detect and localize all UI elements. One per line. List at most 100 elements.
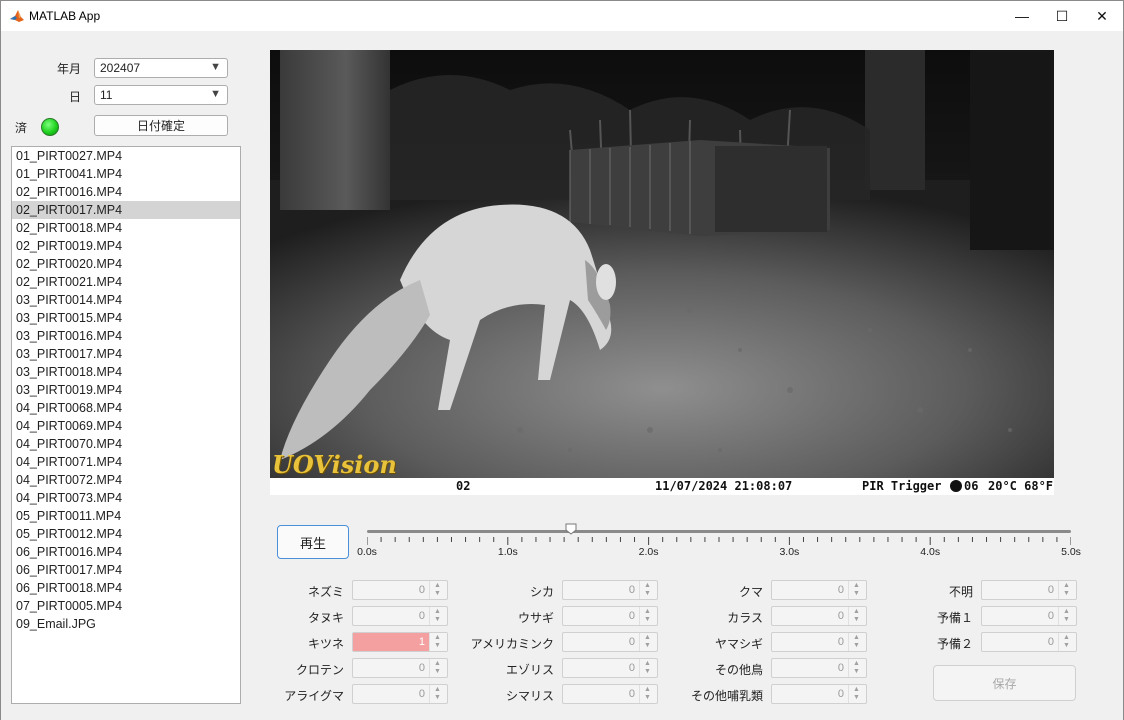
year-month-dropdown[interactable]: 202407 ▼ xyxy=(94,58,228,78)
spinner-down-icon[interactable]: ▼ xyxy=(644,590,651,598)
list-item[interactable]: 05_PIRT0012.MP4 xyxy=(12,525,240,543)
spinner-down-icon[interactable]: ▼ xyxy=(853,694,860,702)
list-item[interactable]: 04_PIRT0070.MP4 xyxy=(12,435,240,453)
spinner-up-icon[interactable]: ▲ xyxy=(853,686,860,694)
spinner-up-icon[interactable]: ▲ xyxy=(434,634,441,642)
spinner-down-icon[interactable]: ▼ xyxy=(853,642,860,650)
counter-spinner[interactable]: 0 ▲ ▼ xyxy=(562,684,658,704)
list-item[interactable]: 06_PIRT0016.MP4 xyxy=(12,543,240,561)
spinner-up-icon[interactable]: ▲ xyxy=(644,582,651,590)
list-item[interactable]: 01_PIRT0041.MP4 xyxy=(12,165,240,183)
spinner-down-icon[interactable]: ▼ xyxy=(853,616,860,624)
spinner-down-icon[interactable]: ▼ xyxy=(853,590,860,598)
counter-spinner[interactable]: 0 ▲ ▼ xyxy=(771,632,867,652)
spinner-down-icon[interactable]: ▼ xyxy=(853,668,860,676)
spinner-up-icon[interactable]: ▲ xyxy=(1063,582,1070,590)
slider-tick-label: 0.0s xyxy=(357,546,377,558)
list-item[interactable]: 03_PIRT0016.MP4 xyxy=(12,327,240,345)
list-item[interactable]: 03_PIRT0014.MP4 xyxy=(12,291,240,309)
spinner-down-icon[interactable]: ▼ xyxy=(1063,590,1070,598)
spinner-down-icon[interactable]: ▼ xyxy=(644,694,651,702)
spinner-down-icon[interactable]: ▼ xyxy=(434,668,441,676)
spinner-arrows[interactable]: ▲ ▼ xyxy=(848,685,866,703)
list-item[interactable]: 04_PIRT0071.MP4 xyxy=(12,453,240,471)
spinner-up-icon[interactable]: ▲ xyxy=(853,608,860,616)
list-item[interactable]: 02_PIRT0021.MP4 xyxy=(12,273,240,291)
spinner-up-icon[interactable]: ▲ xyxy=(434,660,441,668)
spinner-down-icon[interactable]: ▼ xyxy=(434,694,441,702)
spinner-up-icon[interactable]: ▲ xyxy=(644,660,651,668)
counter-spinner[interactable]: 0 ▲ ▼ xyxy=(352,684,448,704)
counter-spinner[interactable]: 0 ▲ ▼ xyxy=(562,658,658,678)
counter-spinner[interactable]: 0 ▲ ▼ xyxy=(562,632,658,652)
file-listbox[interactable]: 01_PIRT0027.MP4 01_PIRT0041.MP4 02_PIRT001… xyxy=(11,146,241,704)
list-item[interactable]: 01_PIRT0027.MP4 xyxy=(12,147,240,165)
counter-spinner[interactable]: 0 ▲ ▼ xyxy=(352,658,448,678)
spinner-up-icon[interactable]: ▲ xyxy=(1063,634,1070,642)
counter-spinner[interactable]: 0 ▲ ▼ xyxy=(352,606,448,626)
counter-spinner[interactable]: 0 ▲ ▼ xyxy=(771,684,867,704)
spinner-up-icon[interactable]: ▲ xyxy=(644,608,651,616)
spinner-arrows[interactable]: ▲ ▼ xyxy=(1058,581,1076,599)
list-item[interactable]: 02_PIRT0018.MP4 xyxy=(12,219,240,237)
spinner-up-icon[interactable]: ▲ xyxy=(1063,608,1070,616)
spinner-arrows[interactable]: ▲ ▼ xyxy=(1058,607,1076,625)
spinner-arrows[interactable]: ▲ ▼ xyxy=(1058,633,1076,651)
spinner-up-icon[interactable]: ▲ xyxy=(434,608,441,616)
spinner-down-icon[interactable]: ▼ xyxy=(434,642,441,650)
spinner-down-icon[interactable]: ▼ xyxy=(434,590,441,598)
spinner-down-icon[interactable]: ▼ xyxy=(644,668,651,676)
list-item[interactable]: 09_Email.JPG xyxy=(12,615,240,633)
day-dropdown[interactable]: 11 ▼ xyxy=(94,85,228,105)
list-item[interactable]: 04_PIRT0073.MP4 xyxy=(12,489,240,507)
time-slider-track[interactable] xyxy=(367,530,1071,533)
time-slider-thumb[interactable] xyxy=(565,523,577,535)
counter-value: 0 xyxy=(418,688,425,700)
list-item[interactable]: 03_PIRT0018.MP4 xyxy=(12,363,240,381)
spinner-up-icon[interactable]: ▲ xyxy=(853,634,860,642)
counter-spinner[interactable]: 0 ▲ ▼ xyxy=(771,606,867,626)
list-item[interactable]: 04_PIRT0069.MP4 xyxy=(12,417,240,435)
list-item[interactable]: 06_PIRT0017.MP4 xyxy=(12,561,240,579)
counter-spinner[interactable]: 0 ▲ ▼ xyxy=(771,658,867,678)
spinner-up-icon[interactable]: ▲ xyxy=(644,634,651,642)
spinner-up-icon[interactable]: ▲ xyxy=(644,686,651,694)
list-item[interactable]: 03_PIRT0015.MP4 xyxy=(12,309,240,327)
spinner-down-icon[interactable]: ▼ xyxy=(644,616,651,624)
counter-spinner[interactable]: 0 ▲ ▼ xyxy=(352,580,448,600)
spinner-down-icon[interactable]: ▼ xyxy=(434,616,441,624)
counter-spinner[interactable]: 0 ▲ ▼ xyxy=(981,580,1077,600)
list-item[interactable]: 03_PIRT0017.MP4 xyxy=(12,345,240,363)
spinner-down-icon[interactable]: ▼ xyxy=(1063,642,1070,650)
play-button[interactable]: 再生 xyxy=(277,525,349,559)
list-item[interactable]: 03_PIRT0019.MP4 xyxy=(12,381,240,399)
close-button[interactable]: ✕ xyxy=(1079,1,1124,31)
save-button[interactable]: 保存 xyxy=(933,665,1076,701)
maximize-icon: ☐ xyxy=(1055,7,1069,24)
spinner-up-icon[interactable]: ▲ xyxy=(853,660,860,668)
spinner-down-icon[interactable]: ▼ xyxy=(644,642,651,650)
spinner-up-icon[interactable]: ▲ xyxy=(853,582,860,590)
list-item[interactable]: 02_PIRT0019.MP4 xyxy=(12,237,240,255)
counter-spinner[interactable]: 0 ▲ ▼ xyxy=(562,580,658,600)
spinner-arrows[interactable]: ▲ ▼ xyxy=(848,659,866,677)
list-item[interactable]: 02_PIRT0020.MP4 xyxy=(12,255,240,273)
counter-spinner[interactable]: 1 ▲ ▼ xyxy=(352,632,448,652)
spinner-down-icon[interactable]: ▼ xyxy=(1063,616,1070,624)
list-item[interactable]: 07_PIRT0005.MP4 xyxy=(12,597,240,615)
list-item[interactable]: 02_PIRT0016.MP4 xyxy=(12,183,240,201)
counter-label: 予備１ xyxy=(936,611,973,625)
counter-spinner[interactable]: 0 ▲ ▼ xyxy=(771,580,867,600)
list-item[interactable]: 04_PIRT0072.MP4 xyxy=(12,471,240,489)
counter-spinner[interactable]: 0 ▲ ▼ xyxy=(981,606,1077,626)
counter-spinner[interactable]: 0 ▲ ▼ xyxy=(562,606,658,626)
counter-spinner[interactable]: 0 ▲ ▼ xyxy=(981,632,1077,652)
spinner-up-icon[interactable]: ▲ xyxy=(434,582,441,590)
spinner-up-icon[interactable]: ▲ xyxy=(434,686,441,694)
confirm-date-button[interactable]: 日付確定 xyxy=(94,115,228,136)
list-item[interactable]: 04_PIRT0068.MP4 xyxy=(12,399,240,417)
counter-label: その他鳥 xyxy=(714,663,763,677)
list-item[interactable]: 05_PIRT0011.MP4 xyxy=(12,507,240,525)
list-item[interactable]: 06_PIRT0018.MP4 xyxy=(12,579,240,597)
list-item[interactable]: 02_PIRT0017.MP4 xyxy=(12,201,240,219)
